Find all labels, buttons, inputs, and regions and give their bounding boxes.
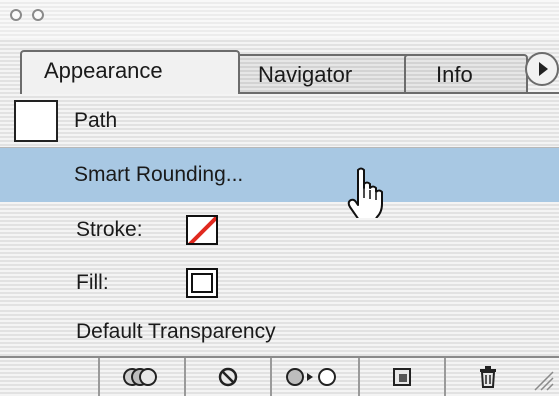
- clear-appearance-icon: [218, 367, 238, 387]
- reduce-to-basic-appearance-icon: [286, 368, 336, 386]
- object-label: Path: [74, 108, 118, 132]
- tab-navigator-label: Navigator: [258, 62, 353, 87]
- reduce-to-basic-appearance-button[interactable]: [270, 358, 358, 396]
- appearance-item-stroke[interactable]: Stroke:: [0, 202, 559, 258]
- tab-info[interactable]: Info: [404, 54, 528, 94]
- new-art-basic-appearance-button[interactable]: [98, 358, 184, 396]
- resize-grip-icon[interactable]: [533, 370, 555, 392]
- selected-object-row: Path: [0, 94, 559, 148]
- appearance-item-fill[interactable]: Fill:: [0, 258, 559, 308]
- delete-item-icon: [480, 366, 496, 388]
- default-transparency-label: Default Transparency: [76, 320, 276, 343]
- clear-appearance-button[interactable]: [184, 358, 270, 396]
- appearance-item-default-transparency[interactable]: Default Transparency: [0, 308, 559, 356]
- panel-title-bar[interactable]: [0, 0, 559, 39]
- stroke-none-swatch[interactable]: [186, 215, 218, 245]
- path-thumbnail: [14, 100, 58, 142]
- none-slash: [188, 217, 216, 243]
- smart-rounding-label: Smart Rounding...: [74, 163, 244, 186]
- stroke-label: Stroke:: [76, 218, 143, 241]
- tab-appearance-label: Appearance: [44, 58, 163, 83]
- delete-item-button[interactable]: [444, 358, 530, 396]
- fill-swatch[interactable]: [186, 268, 218, 298]
- tab-divider-line: [238, 92, 559, 94]
- fill-label: Fill:: [76, 271, 109, 294]
- new-art-basic-appearance-icon: [123, 368, 157, 386]
- tab-strip: Appearance Navigator Info: [0, 38, 559, 94]
- tab-info-label: Info: [436, 62, 473, 87]
- panel-menu-arrow-icon[interactable]: [525, 52, 559, 86]
- duplicate-item-button[interactable]: [358, 358, 444, 396]
- hand-pointer-icon: [347, 167, 383, 218]
- duplicate-item-icon: [393, 368, 411, 386]
- tab-appearance[interactable]: Appearance: [20, 50, 240, 94]
- tab-navigator[interactable]: Navigator: [226, 54, 422, 94]
- panel-toolbar: [0, 356, 559, 396]
- minimize-button[interactable]: [32, 9, 44, 21]
- close-button[interactable]: [10, 9, 22, 21]
- appearance-item-smart-rounding[interactable]: Smart Rounding...: [0, 148, 559, 202]
